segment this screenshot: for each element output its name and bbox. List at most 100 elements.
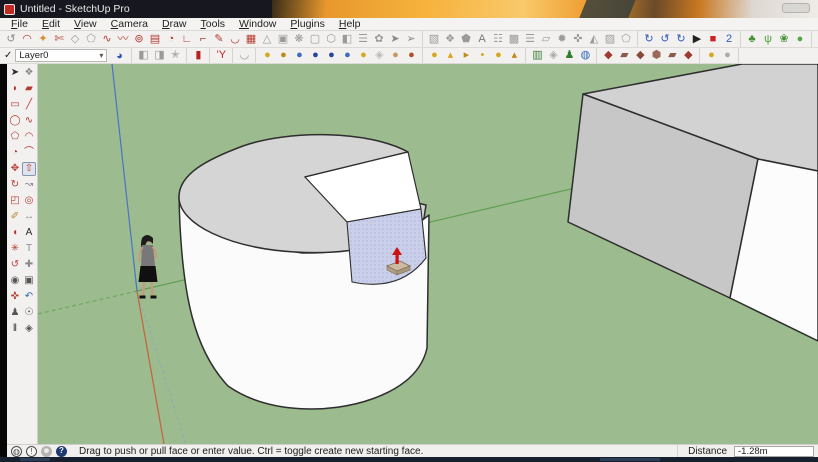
scene-spin-1-icon[interactable]: ↻	[641, 32, 657, 47]
bezier-tool[interactable]: ⌒	[22, 146, 36, 160]
rotate-tool[interactable]: ↻	[8, 178, 22, 192]
pencil-icon[interactable]: ✎	[211, 32, 227, 47]
freehand-tool[interactable]: ∿	[22, 114, 36, 128]
leaf-icon[interactable]: ✿	[371, 32, 387, 47]
gold-ball-icon[interactable]: ●	[703, 48, 719, 63]
line-tool[interactable]: ╱	[22, 98, 36, 112]
gem-icon[interactable]: ◈	[545, 48, 561, 63]
gold-sphere-3-icon[interactable]: ●	[355, 48, 371, 63]
striped-box-icon[interactable]: ▨	[602, 32, 618, 47]
brick-2-icon[interactable]: ▰	[616, 48, 632, 63]
menu-file[interactable]: File	[4, 18, 35, 31]
menu-camera[interactable]: Camera	[104, 18, 155, 31]
arrow-a-icon[interactable]: ➤	[387, 32, 403, 47]
menu-edit[interactable]: Edit	[35, 18, 67, 31]
animation-2-icon[interactable]: 2	[721, 32, 737, 47]
menu-plugins[interactable]: Plugins	[283, 18, 331, 31]
blue-sphere-1-icon[interactable]: ●	[291, 48, 307, 63]
layer-manager-icon[interactable]: ◕	[111, 50, 127, 62]
model-info-icon[interactable]: !	[26, 445, 37, 457]
tape-measure-tool[interactable]: ✐	[8, 210, 22, 224]
push-pull-tool[interactable]: ⇧	[22, 162, 36, 176]
gold-sphere-1-icon[interactable]: ●	[259, 48, 275, 63]
gray-ball-icon[interactable]: ●	[719, 48, 735, 63]
squiggle-icon[interactable]: 〰	[115, 32, 131, 47]
model-canvas[interactable]	[37, 63, 818, 445]
scale-tool[interactable]: ◰	[8, 194, 22, 208]
two-point-arc-icon[interactable]: ◠	[19, 32, 35, 47]
menu-window[interactable]: Window	[232, 18, 283, 31]
brick-5-icon[interactable]: ▰	[664, 48, 680, 63]
pan-tool[interactable]: ✚	[22, 258, 36, 272]
pin-3-icon[interactable]: ▴	[506, 48, 522, 63]
red-book-icon[interactable]: ▮	[190, 48, 206, 63]
3d-text-tool[interactable]: T	[22, 242, 36, 256]
taskbar-item[interactable]	[600, 458, 660, 461]
help-icon[interactable]: ?	[56, 445, 67, 457]
select-tool[interactable]: ➤	[8, 66, 22, 80]
text-tool[interactable]: A	[22, 226, 36, 240]
grid-face-icon[interactable]: ▦	[243, 32, 259, 47]
flower-gear-icon[interactable]: ❋	[291, 32, 307, 47]
set-square-icon[interactable]: △	[259, 32, 275, 47]
shape-icon[interactable]: ◇	[67, 32, 83, 47]
circle-mark-icon[interactable]: ⊚	[131, 32, 147, 47]
shapes-icon[interactable]: ❖	[442, 32, 458, 47]
pie-tool[interactable]: ◔	[8, 146, 22, 160]
waffle-icon[interactable]: ▩	[506, 32, 522, 47]
taskbar-item[interactable]	[20, 458, 50, 461]
white-diamond-icon[interactable]: ◈	[371, 48, 387, 63]
gold-dot-2-icon[interactable]: •	[474, 48, 490, 63]
play-icon[interactable]: ▶	[689, 32, 705, 47]
rectangle-tool[interactable]: ▭	[8, 98, 22, 112]
geolocation-icon[interactable]: ◍	[11, 445, 22, 457]
gold-dot-3-icon[interactable]: ●	[490, 48, 506, 63]
arrow-b-icon[interactable]: ➢	[403, 32, 419, 47]
flip-arc-icon[interactable]: ◡	[236, 48, 252, 63]
outline-icon[interactable]: ⬟	[458, 32, 474, 47]
dimension-tool[interactable]: ↔	[22, 210, 36, 224]
fan-icon[interactable]: ✹	[554, 32, 570, 47]
zoom-extents-tool[interactable]: ✜	[8, 290, 22, 304]
stack-icon[interactable]: ☰	[355, 32, 371, 47]
corner-flip-icon[interactable]: ⌐	[195, 32, 211, 47]
image-icon[interactable]: ▧	[426, 32, 442, 47]
pie-icon[interactable]: ◔	[163, 32, 179, 47]
previous-tool[interactable]: ↶	[22, 290, 36, 304]
navy-sphere-2-icon[interactable]: ●	[323, 48, 339, 63]
letter-a-icon[interactable]: A	[474, 32, 490, 47]
leaf-ball-icon[interactable]: ❀	[776, 32, 792, 47]
background-window-button[interactable]	[782, 3, 810, 13]
gold-sphere-2-icon[interactable]: ●	[275, 48, 291, 63]
layer-dropdown[interactable]: Layer0 ▾	[15, 49, 108, 62]
pentagon-icon[interactable]: ⬠	[618, 32, 634, 47]
position-camera-tool[interactable]: ♟	[8, 306, 22, 320]
menu-help[interactable]: Help	[332, 18, 368, 31]
blank-face-icon[interactable]: ▢	[307, 32, 323, 47]
grass-icon[interactable]: ψ	[760, 32, 776, 47]
axes-tool[interactable]: ✳	[8, 242, 22, 256]
viewport[interactable]	[37, 63, 818, 445]
move-tool[interactable]: ✥	[8, 162, 22, 176]
scene-spin-2-icon[interactable]: ↺	[657, 32, 673, 47]
ribs-icon[interactable]: ☰	[522, 32, 538, 47]
tan-sphere-icon[interactable]: ●	[387, 48, 403, 63]
distance-value[interactable]: -1.28m	[734, 445, 814, 457]
paint-splash-icon[interactable]: ✦	[35, 32, 51, 47]
section-plane-tool[interactable]: ◈	[22, 322, 36, 336]
offset-tool[interactable]: ◎	[22, 194, 36, 208]
paint-bucket-tool[interactable]: ◗	[8, 82, 22, 96]
corner-icon[interactable]: ∟	[179, 32, 195, 47]
menu-view[interactable]: View	[67, 18, 104, 31]
solid-box-icon[interactable]: ▣	[275, 32, 291, 47]
polygon-tool[interactable]: ⬠	[8, 130, 22, 144]
sprout-icon[interactable]: ●	[792, 32, 808, 47]
brick-3-icon[interactable]: ◆	[632, 48, 648, 63]
follow-me-tool[interactable]: ↝	[22, 178, 36, 192]
navy-sphere-1-icon[interactable]: ●	[307, 48, 323, 63]
make-component-tool[interactable]: ❖	[22, 66, 36, 80]
push-up-icon[interactable]: ◨	[151, 48, 167, 63]
rust-sphere-icon[interactable]: ●	[403, 48, 419, 63]
scene-spin-3-icon[interactable]: ↻	[673, 32, 689, 47]
hex-prism-icon[interactable]: ⬡	[323, 32, 339, 47]
